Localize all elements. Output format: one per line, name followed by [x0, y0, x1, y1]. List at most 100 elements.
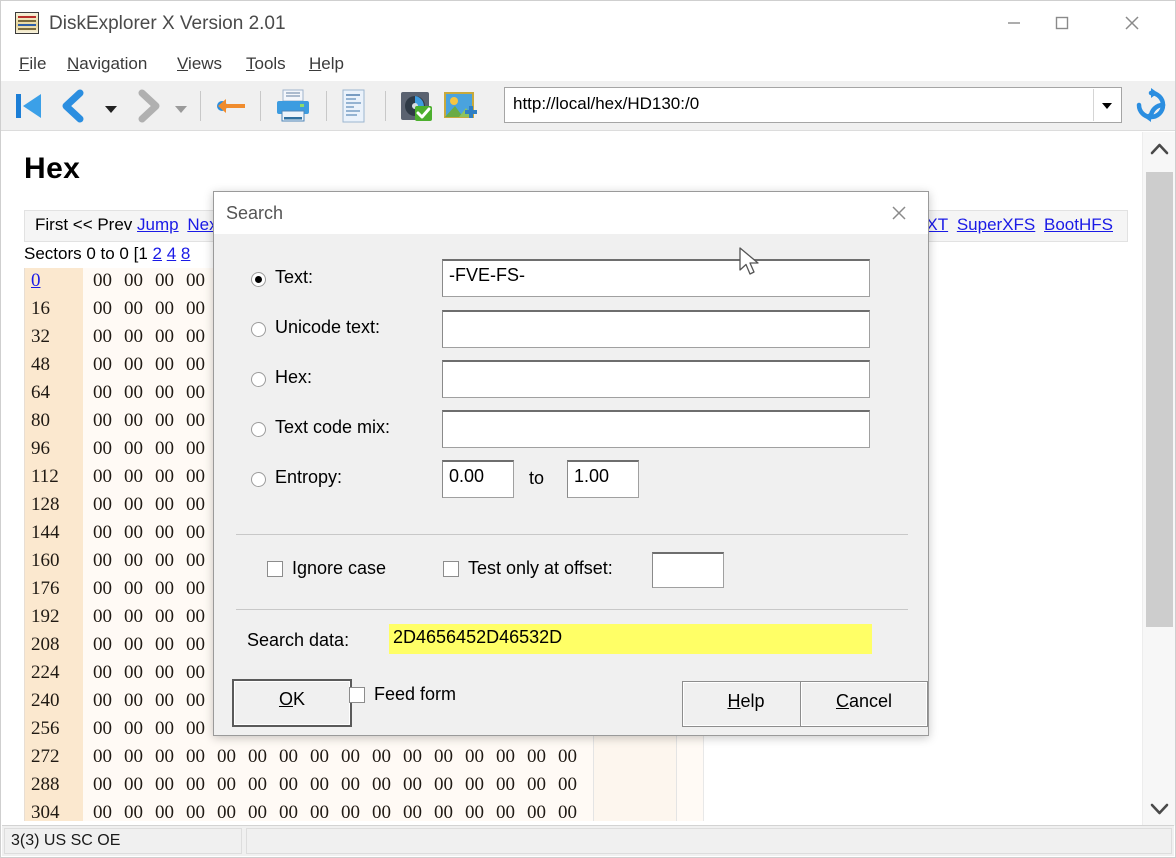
hex-row-offset: 272 — [31, 746, 79, 768]
checkbox-feed-form[interactable] — [349, 687, 365, 703]
label-text: Text: — [275, 267, 313, 288]
dialog-titlebar: Search — [214, 192, 928, 234]
sector-link-4[interactable]: 4 — [167, 244, 176, 263]
menu-file[interactable]: File — [13, 52, 52, 76]
label-test-only-at-offset: Test only at offset: — [468, 558, 613, 579]
scroll-up-button[interactable] — [1143, 132, 1176, 168]
search-data-value: 2D4656452D46532D — [389, 624, 872, 654]
checkbox-test-only-at-offset[interactable] — [443, 561, 459, 577]
input-text[interactable]: -FVE-FS- — [442, 259, 870, 297]
hex-row-offset[interactable]: 0 — [31, 270, 79, 292]
address-input[interactable]: http://local/hex/HD130:/0 — [513, 94, 699, 114]
disk-check-button[interactable] — [397, 87, 435, 125]
close-button[interactable] — [1109, 1, 1155, 45]
divider-bottom — [236, 609, 908, 610]
divider-top — [236, 534, 908, 535]
maximize-button[interactable] — [1039, 1, 1085, 45]
input-text-code-mix[interactable] — [442, 410, 870, 448]
label-ignore-case: Ignore case — [292, 558, 386, 579]
menu-tools[interactable]: Tools — [240, 52, 292, 76]
input-entropy-to[interactable]: 1.00 — [567, 460, 639, 498]
radio-entropy[interactable] — [251, 472, 266, 487]
label-feed-form: Feed form — [374, 684, 456, 705]
toolbar-separator-3 — [326, 91, 327, 121]
hex-row-offset: 240 — [31, 690, 79, 712]
hex-row-offset: 288 — [31, 774, 79, 796]
vertical-scrollbar[interactable] — [1142, 132, 1175, 826]
menu-help[interactable]: Help — [303, 52, 350, 76]
checkbox-ignore-case[interactable] — [267, 561, 283, 577]
first-button[interactable] — [9, 87, 47, 125]
hex-row-offset: 64 — [31, 382, 79, 404]
ok-button[interactable]: OK — [232, 679, 352, 727]
cancel-button[interactable]: Cancel — [800, 681, 928, 727]
hex-row-bytes: 00000000000000000000000000000000 — [93, 774, 589, 796]
forward-dropdown[interactable] — [174, 101, 188, 111]
search-dialog: Search Text: -FVE-FS- Unicode text: Hex:… — [213, 191, 929, 736]
scroll-down-button[interactable] — [1143, 790, 1176, 826]
label-entropy-to: to — [529, 468, 544, 489]
hex-row-offset: 160 — [31, 550, 79, 572]
address-dropdown-button[interactable] — [1093, 89, 1120, 121]
image-add-button[interactable] — [441, 87, 479, 125]
window-titlebar: DiskExplorer X Version 2.01 — [1, 1, 1175, 47]
label-hex: Hex: — [275, 367, 312, 388]
sector-range-line: Sectors 0 to 0 [1 2 4 8 — [24, 244, 190, 264]
hex-row-offset: 224 — [31, 662, 79, 684]
label-unicode-text: Unicode text: — [275, 317, 380, 338]
hex-row-offset: 208 — [31, 634, 79, 656]
help-button[interactable]: Help — [682, 681, 810, 727]
menubar: File Navigation Views Tools Help — [1, 47, 1175, 81]
nav-link-jump[interactable]: Jump — [137, 215, 179, 234]
hex-row-offset: 144 — [31, 522, 79, 544]
forward-button[interactable] — [129, 87, 167, 125]
window-title: DiskExplorer X Version 2.01 — [49, 13, 286, 35]
radio-text[interactable] — [251, 272, 266, 287]
radio-hex[interactable] — [251, 372, 266, 387]
hex-row-offset: 96 — [31, 438, 79, 460]
back-button[interactable] — [55, 87, 93, 125]
sector-range-text: Sectors 0 to 0 [1 — [24, 244, 153, 263]
nav-link-boothfs[interactable]: BootHFS — [1044, 215, 1113, 234]
label-search-data: Search data: — [247, 630, 349, 651]
scrollbar-thumb[interactable] — [1146, 172, 1173, 627]
page-title: Hex — [24, 152, 80, 186]
refresh-button[interactable] — [1131, 85, 1171, 125]
print-button[interactable] — [273, 87, 313, 125]
sector-link-2[interactable]: 2 — [153, 244, 162, 263]
hex-row-offset: 128 — [31, 494, 79, 516]
nav-link-superxfs[interactable]: SuperXFS — [957, 215, 1035, 234]
toolbar-separator-2 — [260, 91, 261, 121]
back-dropdown[interactable] — [104, 101, 118, 111]
menu-views[interactable]: Views — [171, 52, 228, 76]
address-bar[interactable]: http://local/hex/HD130:/0 — [504, 87, 1122, 123]
radio-unicode-text[interactable] — [251, 322, 266, 337]
input-hex[interactable] — [442, 360, 870, 398]
minimize-button[interactable] — [991, 1, 1037, 45]
hex-row-offset: 256 — [31, 718, 79, 740]
hex-row-offset: 192 — [31, 606, 79, 628]
hex-row-bytes: 00000000000000000000000000000000 — [93, 746, 589, 768]
application-window: DiskExplorer X Version 2.01 File Navigat… — [0, 0, 1176, 858]
hex-row-offset: 304 — [31, 802, 79, 821]
label-entropy: Entropy: — [275, 467, 342, 488]
report-button[interactable] — [336, 87, 370, 125]
sector-link-8[interactable]: 8 — [181, 244, 190, 263]
menu-navigation[interactable]: Navigation — [61, 52, 153, 76]
dialog-body: Text: -FVE-FS- Unicode text: Hex: Text c… — [214, 234, 928, 735]
hex-row-offset: 112 — [31, 466, 79, 488]
hex-row-bytes: 00000000000000000000000000000000 — [93, 802, 589, 821]
hex-row-offset: 48 — [31, 354, 79, 376]
label-text-code-mix: Text code mix: — [275, 417, 390, 438]
status-right — [246, 828, 1172, 854]
dialog-title: Search — [226, 203, 283, 224]
input-unicode-text[interactable] — [442, 310, 870, 348]
radio-text-code-mix[interactable] — [251, 422, 266, 437]
statusbar: 3(3) US SC OE — [2, 825, 1174, 856]
input-test-offset[interactable] — [652, 552, 724, 588]
dialog-close-button[interactable] — [876, 192, 922, 234]
toolbar-separator — [200, 91, 201, 121]
hex-row-offset: 80 — [31, 410, 79, 432]
input-entropy-from[interactable]: 0.00 — [442, 460, 514, 498]
goto-offset-button[interactable] — [213, 87, 251, 125]
